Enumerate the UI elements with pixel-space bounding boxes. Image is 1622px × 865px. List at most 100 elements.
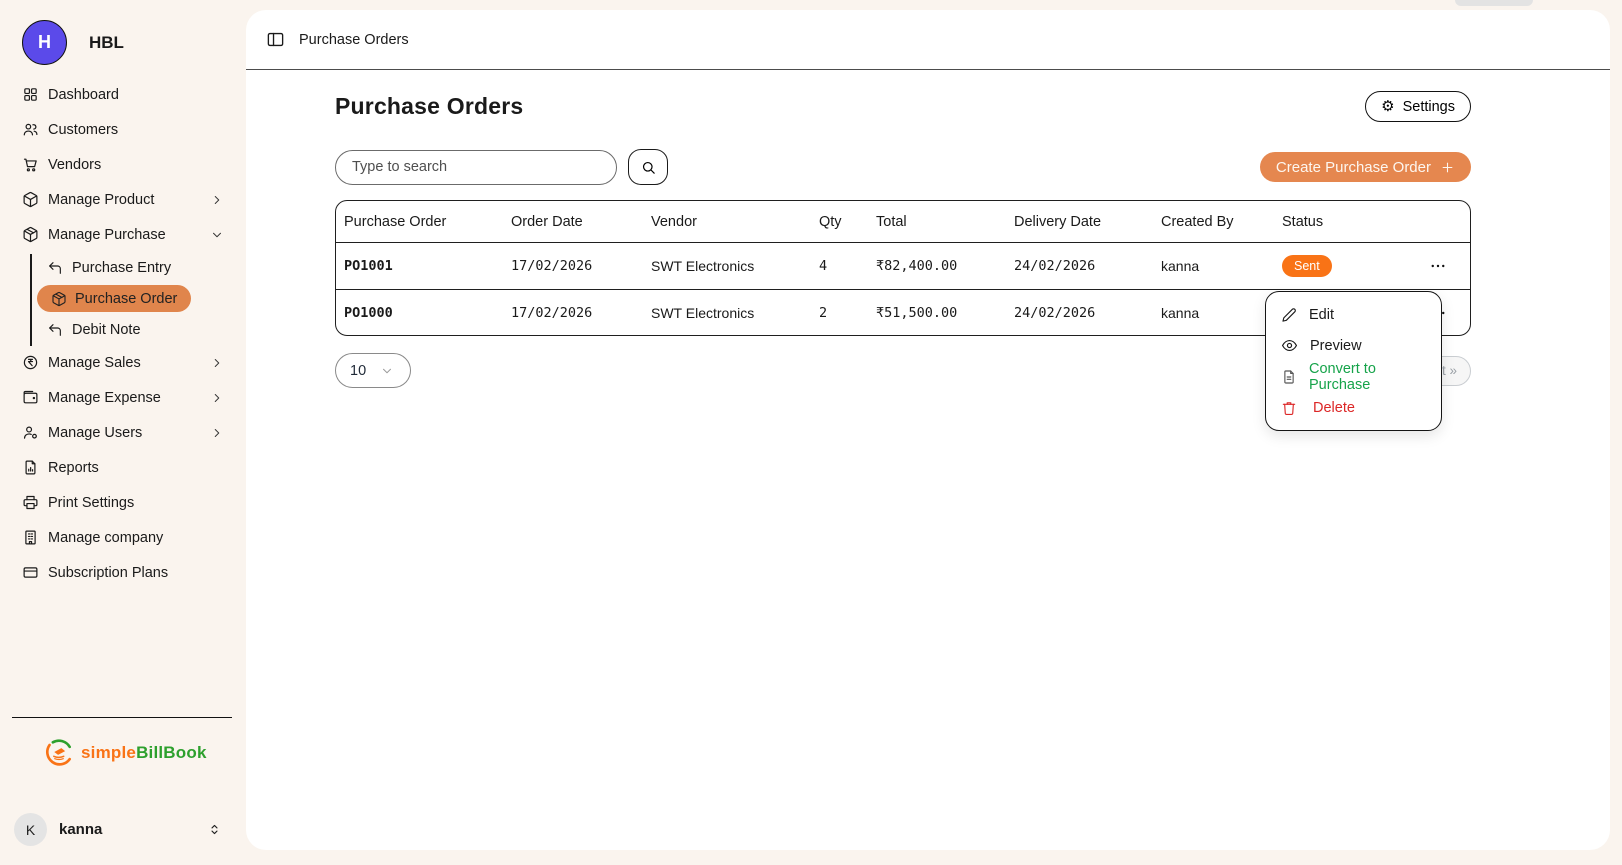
column-header: Qty <box>819 214 876 230</box>
chevron-right-icon <box>210 426 224 440</box>
sidebar-item-label: Purchase Entry <box>72 260 171 276</box>
sidebar-footer-divider <box>12 717 232 718</box>
user-menu-button[interactable]: K kanna <box>14 813 232 846</box>
cell-order-date: 17/02/2026 <box>511 258 651 274</box>
user-gear-icon <box>22 424 39 441</box>
sidebar-item-purchase-entry[interactable]: Purchase Entry <box>0 252 246 283</box>
sidebar-item-manage-product[interactable]: Manage Product <box>0 182 246 217</box>
cell-vendor: SWT Electronics <box>651 305 819 321</box>
sidebar-item-label: Reports <box>48 460 99 476</box>
search-row: Create Purchase Order <box>335 149 1471 185</box>
sidebar: H HBL Dashboard Customers Vendors Manage… <box>0 0 246 865</box>
settings-button[interactable]: ⚙ Settings <box>1365 91 1471 122</box>
chevron-right-icon <box>210 193 224 207</box>
top-edge-artifact <box>1455 0 1533 6</box>
submenu-guide-line <box>30 254 32 346</box>
sidebar-item-manage-expense[interactable]: Manage Expense <box>0 380 246 415</box>
eye-icon <box>1281 337 1298 354</box>
chevron-down-icon <box>210 228 224 242</box>
row-actions-button[interactable] <box>1429 257 1447 275</box>
settings-button-label: Settings <box>1403 99 1455 115</box>
column-header: Delivery Date <box>1014 214 1161 230</box>
cell-qty: 2 <box>819 305 876 321</box>
menu-item-edit[interactable]: Edit <box>1266 299 1441 330</box>
corner-up-left-icon <box>47 260 63 276</box>
credit-card-icon <box>22 564 39 581</box>
user-name: kanna <box>59 821 102 838</box>
row-actions-menu: Edit Preview Convert to Purchase Delete <box>1265 291 1442 431</box>
cell-created-by: kanna <box>1161 258 1282 274</box>
page-header: Purchase Orders ⚙ Settings <box>335 91 1471 122</box>
pencil-icon <box>1281 307 1297 323</box>
chevrons-up-down-icon <box>207 822 222 837</box>
simplebillbook-logo: simpleBillBook <box>42 736 207 770</box>
cart-icon <box>22 156 39 173</box>
sidebar-item-label: Purchase Order <box>75 291 177 307</box>
sidebar-item-label: Dashboard <box>48 87 119 103</box>
dashboard-icon <box>22 86 39 103</box>
sidebar-item-manage-users[interactable]: Manage Users <box>0 415 246 450</box>
search-icon <box>640 159 657 176</box>
ellipsis-icon <box>1429 257 1447 275</box>
column-header: Order Date <box>511 214 651 230</box>
sidebar-item-subscription-plans[interactable]: Subscription Plans <box>0 555 246 590</box>
search-input[interactable] <box>335 150 617 185</box>
building-icon <box>22 529 39 546</box>
cell-total: ₹82,400.00 <box>876 258 1014 274</box>
gear-icon: ⚙ <box>1381 99 1394 114</box>
menu-item-label: Convert to Purchase <box>1309 361 1426 393</box>
package-icon <box>22 191 39 208</box>
plus-icon <box>1440 160 1455 175</box>
workspace-avatar: H <box>22 20 67 65</box>
sidebar-item-label: Vendors <box>48 157 101 173</box>
package-icon <box>22 226 39 243</box>
logo-word-billbook: BillBook <box>136 743 207 762</box>
user-avatar: K <box>14 813 47 846</box>
sidebar-item-debit-note[interactable]: Debit Note <box>0 314 246 345</box>
sidebar-item-label: Manage Purchase <box>48 227 166 243</box>
report-icon <box>22 459 39 476</box>
page-size-select[interactable]: 10 <box>335 353 411 388</box>
menu-item-preview[interactable]: Preview <box>1266 330 1441 361</box>
rupee-coin-icon <box>22 354 39 371</box>
cell-vendor: SWT Electronics <box>651 258 819 274</box>
sidebar-item-dashboard[interactable]: Dashboard <box>0 77 246 112</box>
trash-icon <box>1281 400 1297 416</box>
sidebar-nav: Dashboard Customers Vendors Manage Produ… <box>0 77 246 590</box>
simplebillbook-logo-icon <box>42 736 76 770</box>
sidebar-item-reports[interactable]: Reports <box>0 450 246 485</box>
active-item-pill: Purchase Order <box>37 285 191 312</box>
sidebar-item-manage-sales[interactable]: Manage Sales <box>0 345 246 380</box>
manage-purchase-submenu: Purchase Entry Purchase Order Debit Note <box>0 252 246 345</box>
cell-total: ₹51,500.00 <box>876 305 1014 321</box>
search-button[interactable] <box>628 149 668 185</box>
menu-item-delete[interactable]: Delete <box>1266 392 1441 423</box>
sidebar-item-print-settings[interactable]: Print Settings <box>0 485 246 520</box>
sidebar-item-manage-company[interactable]: Manage company <box>0 520 246 555</box>
create-button-label: Create Purchase Order <box>1276 159 1431 176</box>
chevron-down-icon <box>380 364 394 378</box>
sidebar-item-purchase-order[interactable]: Purchase Order <box>0 283 246 314</box>
cell-created-by: kanna <box>1161 305 1282 321</box>
logo-wordmark: simpleBillBook <box>81 743 207 763</box>
menu-item-label: Delete <box>1313 400 1355 416</box>
page-title: Purchase Orders <box>335 93 523 120</box>
sidebar-item-label: Manage company <box>48 530 163 546</box>
sidebar-item-label: Subscription Plans <box>48 565 168 581</box>
workspace-name: HBL <box>89 33 124 53</box>
sidebar-item-customers[interactable]: Customers <box>0 112 246 147</box>
customers-icon <box>22 121 39 138</box>
workspace-brand: H HBL <box>0 0 246 65</box>
sidebar-item-vendors[interactable]: Vendors <box>0 147 246 182</box>
sidebar-item-label: Debit Note <box>72 322 141 338</box>
create-purchase-order-button[interactable]: Create Purchase Order <box>1260 152 1471 182</box>
menu-item-convert-to-purchase[interactable]: Convert to Purchase <box>1266 361 1441 392</box>
sidebar-toggle-icon[interactable] <box>266 30 285 49</box>
column-header: Created By <box>1161 214 1282 230</box>
topbar-title: Purchase Orders <box>299 32 409 48</box>
cell-purchase-order: PO1000 <box>344 305 511 321</box>
cell-qty: 4 <box>819 258 876 274</box>
cell-delivery-date: 24/02/2026 <box>1014 305 1161 321</box>
sidebar-item-manage-purchase[interactable]: Manage Purchase <box>0 217 246 252</box>
sidebar-item-label: Print Settings <box>48 495 134 511</box>
